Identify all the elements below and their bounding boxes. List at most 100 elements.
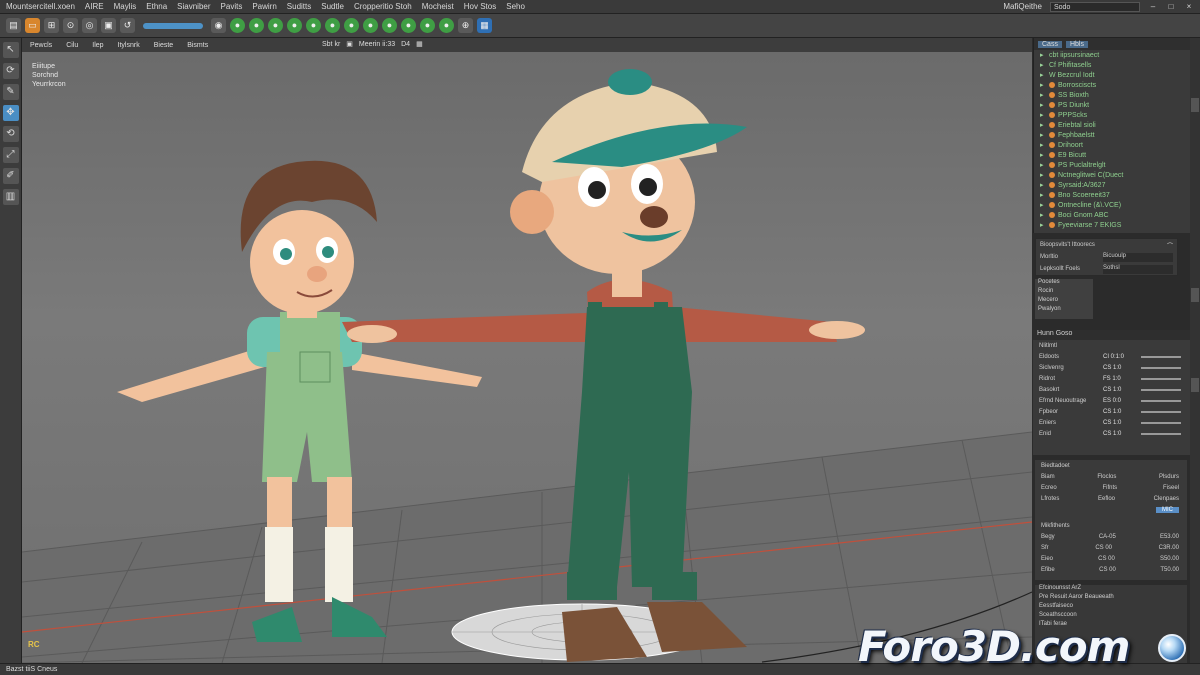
expand-icon[interactable]: ▸ xyxy=(1040,71,1046,79)
history-icon[interactable]: ↺ xyxy=(120,18,135,33)
menu-item-6[interactable]: Pawirn xyxy=(252,2,276,11)
select-tool-icon[interactable]: ↖ xyxy=(2,42,19,58)
snap-view-icon[interactable]: ▣ xyxy=(101,18,116,33)
property-extra[interactable]: Fiseel xyxy=(1163,485,1179,491)
channel-value[interactable]: CS 1:0 xyxy=(1103,420,1133,426)
channel-row[interactable]: Eldoots CI 0:1:0 xyxy=(1033,351,1190,362)
attr-field[interactable]: Bicuoulp xyxy=(1103,252,1173,262)
channel-slider[interactable] xyxy=(1141,377,1181,380)
list-item[interactable]: ▸ PPPScks xyxy=(1034,110,1190,120)
scale-tool-icon[interactable]: ⤢ xyxy=(2,147,19,163)
folder-icon[interactable]: ▭ xyxy=(25,18,40,33)
camera-icon[interactable]: ● xyxy=(382,18,397,33)
channel-value[interactable]: FS 1:0 xyxy=(1103,376,1133,382)
expand-icon[interactable]: ▸ xyxy=(1040,121,1046,129)
expand-icon[interactable]: ▸ xyxy=(1040,181,1046,189)
menu-item-7[interactable]: Suditts xyxy=(287,2,311,11)
attr-list-item[interactable]: Pocetes xyxy=(1035,279,1093,288)
property-row[interactable]: Efibe CS 00 T50.00 xyxy=(1035,564,1187,575)
property-row[interactable]: Begy CA-05 E53.00 xyxy=(1035,531,1187,542)
channel-row[interactable]: Eniers CS 1:0 xyxy=(1033,417,1190,428)
viewport-toolbar-label-2[interactable]: D4 xyxy=(401,41,410,48)
anim-icon[interactable]: ● xyxy=(439,18,454,33)
notes-tab[interactable]: ArZ xyxy=(1071,585,1081,591)
viewport-menu-item-5[interactable]: Bismts xyxy=(187,42,208,49)
file-icon[interactable]: ▤ xyxy=(6,18,21,33)
expand-icon[interactable]: ▸ xyxy=(1040,101,1046,109)
property-extra[interactable]: C3R.00 xyxy=(1159,545,1179,551)
property-row[interactable]: Ecreo Fifnts Fiseel xyxy=(1035,482,1187,493)
attr-row[interactable]: Bioopsvits't Ittoorecs ⌒ xyxy=(1036,239,1177,251)
attr-list-item[interactable]: Rocin xyxy=(1035,288,1093,297)
layout-tool-icon[interactable]: ▥ xyxy=(2,189,19,205)
apply-button[interactable]: MIC xyxy=(1156,506,1179,513)
attr-row[interactable]: Lepksollt Foels Sothsl xyxy=(1036,263,1177,275)
list-item[interactable]: ▸ Syrsaid:A/3627 xyxy=(1034,180,1190,190)
channel-row[interactable]: Efrnd Neuoutrage ES 0:0 xyxy=(1033,395,1190,406)
property-row[interactable]: Sfr CS 00 C3R.00 xyxy=(1035,542,1187,553)
property-value[interactable]: CS 00 xyxy=(1095,545,1112,551)
expand-icon[interactable]: ▸ xyxy=(1040,191,1046,199)
channel-value[interactable]: CS 1:0 xyxy=(1103,365,1133,371)
shelf-options-icon[interactable]: ⊕ xyxy=(458,18,473,33)
channel-slider[interactable] xyxy=(1141,355,1181,358)
menu-item-0[interactable]: Mountsercitell.xoen xyxy=(6,2,75,11)
outliner-tab-0[interactable]: Cass xyxy=(1038,40,1062,48)
torus-icon[interactable]: ● xyxy=(325,18,340,33)
channel-slider[interactable] xyxy=(1141,421,1181,424)
list-item[interactable]: ▸ cbt iipsursinaect xyxy=(1034,50,1190,60)
channel-tab[interactable]: Goso xyxy=(1056,330,1073,337)
deform-icon[interactable]: ● xyxy=(401,18,416,33)
curve-icon[interactable]: ⌒ xyxy=(1167,241,1173,250)
sphere-icon[interactable]: ● xyxy=(230,18,245,33)
menu-item-5[interactable]: Pavits xyxy=(221,2,243,11)
paint-tool-icon[interactable]: ✎ xyxy=(2,84,19,100)
cube-icon[interactable]: ● xyxy=(249,18,264,33)
attr-row[interactable]: Morltio Bicuoulp xyxy=(1036,251,1177,263)
viewport-menu-item-2[interactable]: Ilep xyxy=(92,42,103,49)
menu-item-2[interactable]: Maylis xyxy=(114,2,137,11)
channel-row[interactable]: Enid CS 1:0 xyxy=(1033,428,1190,439)
snap-grid-icon[interactable]: ⊞ xyxy=(44,18,59,33)
property-row[interactable]: Lfrotes Eefloo Clenpaes xyxy=(1035,493,1187,504)
list-item[interactable]: ▸ E9 Bicutt xyxy=(1034,150,1190,160)
channel-value[interactable]: CS 1:0 xyxy=(1103,387,1133,393)
list-item[interactable]: ▸ Drihoort xyxy=(1034,140,1190,150)
attr-list-item[interactable]: Pwalyon xyxy=(1035,306,1093,315)
expand-icon[interactable]: ▸ xyxy=(1040,161,1046,169)
viewport-toolbar-label-1[interactable]: Meerin ii:33 xyxy=(359,41,395,48)
property-value[interactable]: Fifnts xyxy=(1103,485,1118,491)
property-value[interactable]: Floclos xyxy=(1097,474,1116,480)
viewport-menu-item-4[interactable]: Bieste xyxy=(154,42,173,49)
rotate-tool-icon[interactable]: ⟲ xyxy=(2,126,19,142)
expand-icon[interactable]: ▸ xyxy=(1040,111,1046,119)
channel-value[interactable]: ES 0:0 xyxy=(1103,398,1133,404)
list-item[interactable]: ▸ Boci Gnom ABC xyxy=(1034,210,1190,220)
script-icon[interactable]: ▦ xyxy=(477,18,492,33)
expand-icon[interactable]: ▸ xyxy=(1040,91,1046,99)
channel-slider[interactable] xyxy=(1141,366,1181,369)
channel-slider[interactable] xyxy=(1141,432,1181,435)
menu-item-9[interactable]: Cropperitio Stoh xyxy=(354,2,412,11)
menu-item-1[interactable]: AIRE xyxy=(85,2,104,11)
lasso-tool-icon[interactable]: ⟳ xyxy=(2,63,19,79)
list-item[interactable]: ▸ W Bezcrul Iodt xyxy=(1034,70,1190,80)
property-value[interactable]: Eefloo xyxy=(1098,496,1115,502)
channel-value[interactable]: CI 0:1:0 xyxy=(1103,354,1133,360)
rig-icon[interactable]: ● xyxy=(420,18,435,33)
list-item[interactable]: ▸ PS Diunkt xyxy=(1034,100,1190,110)
close-icon[interactable]: × xyxy=(1184,2,1194,12)
property-value[interactable]: CA-05 xyxy=(1099,534,1116,540)
property-extra[interactable]: Plsdurs xyxy=(1159,474,1179,480)
menu-item-3[interactable]: Ethna xyxy=(146,2,167,11)
list-item[interactable]: ▸ SS Bioxth xyxy=(1034,90,1190,100)
channel-slider[interactable] xyxy=(1141,399,1181,402)
property-value[interactable]: CS 00 xyxy=(1099,567,1116,573)
expand-icon[interactable]: ▸ xyxy=(1040,211,1046,219)
channel-row[interactable]: Siclvenrg CS 1:0 xyxy=(1033,362,1190,373)
list-item[interactable]: ▸ Fephbaelstt xyxy=(1034,130,1190,140)
channel-row[interactable]: Basokrt CS 1:0 xyxy=(1033,384,1190,395)
expand-icon[interactable]: ▸ xyxy=(1040,171,1046,179)
property-row[interactable]: Biam Floclos Plsdurs xyxy=(1035,471,1187,482)
property-extra[interactable]: Clenpaes xyxy=(1154,496,1179,502)
